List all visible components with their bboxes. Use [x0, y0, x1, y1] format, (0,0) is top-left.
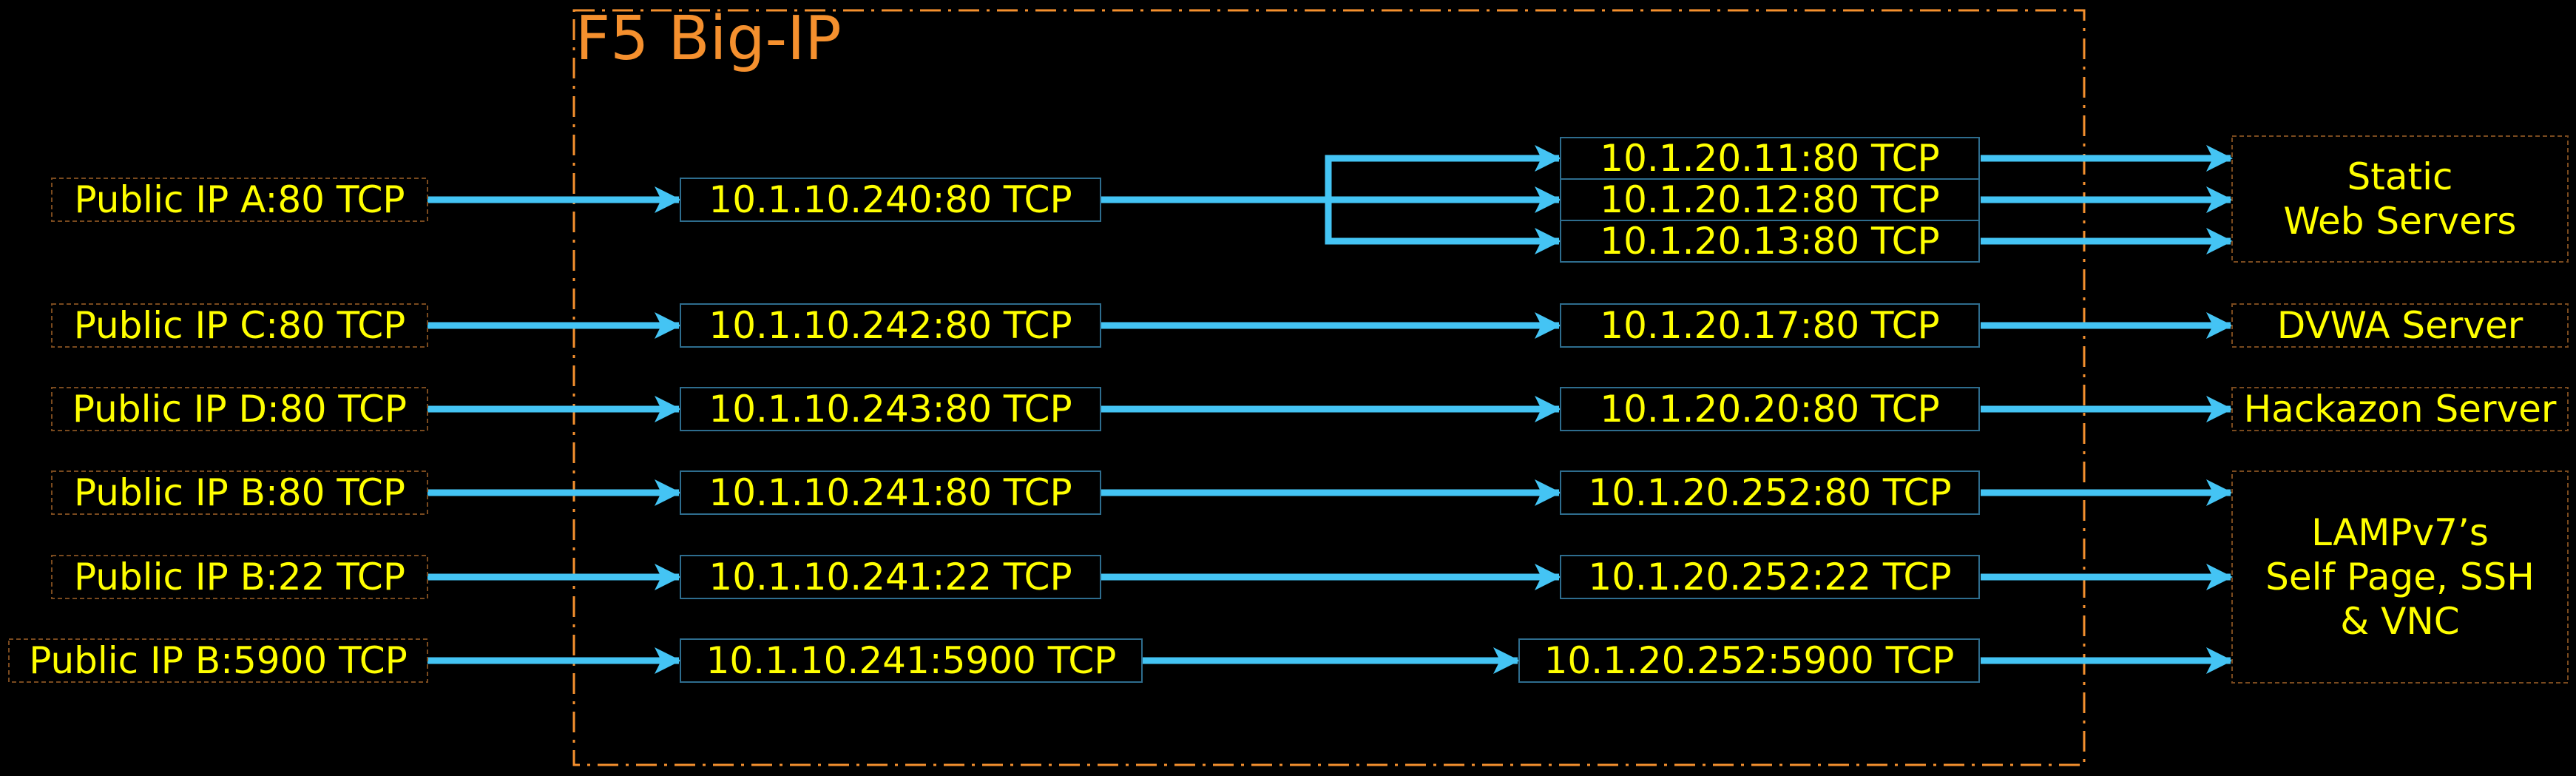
flow-boxes: Public IP A:80 TCP 10.1.10.240:80 TCP 10.1…	[8, 137, 1980, 683]
destination-2-label-0: Hackazon Server	[2244, 388, 2557, 431]
virtual-server-3-label: 10.1.10.241:80 TCP	[709, 471, 1072, 514]
pool-member-0-2-label: 10.1.20.13:80 TCP	[1600, 220, 1939, 263]
public-ip-0-label: Public IP A:80 TCP	[74, 178, 405, 221]
destination-3-label-1: Self Page, SSH	[2265, 556, 2535, 598]
pool-member-3-0-label: 10.1.20.252:80 TCP	[1588, 471, 1951, 514]
destination-3-label-2: & VNC	[2340, 600, 2459, 643]
network-flow-diagram: F5 Big-IP Public IP A:80 TCP 10.1.10.240:…	[8, 4, 2569, 766]
destination-3-label-0: LAMPv7’s	[2311, 511, 2489, 554]
virtual-server-1-label: 10.1.10.242:80 TCP	[709, 304, 1072, 347]
destination-0-label-1: Web Servers	[2284, 200, 2517, 243]
destination-1-label-0: DVWA Server	[2277, 304, 2523, 347]
public-ip-5-label: Public IP B:5900 TCP	[29, 639, 408, 682]
arrow-vip-to-pool-0-2	[1101, 196, 1561, 254]
virtual-server-5-label: 10.1.10.241:5900 TCP	[706, 639, 1117, 682]
virtual-server-0-label: 10.1.10.240:80 TCP	[709, 178, 1072, 221]
arrow-vip-to-pool-0-0	[1101, 145, 1561, 203]
destination-boxes: StaticWeb Servers DVWA Server Hackazon Ser…	[2231, 135, 2569, 684]
public-ip-2-label: Public IP D:80 TCP	[72, 388, 407, 431]
pool-member-0-1-label: 10.1.20.12:80 TCP	[1600, 178, 1939, 221]
pool-member-2-0-label: 10.1.20.20:80 TCP	[1600, 388, 1939, 431]
pool-member-4-0-label: 10.1.20.252:22 TCP	[1588, 556, 1951, 598]
public-ip-3-label: Public IP B:80 TCP	[74, 471, 405, 514]
pool-member-0-0-label: 10.1.20.11:80 TCP	[1600, 137, 1939, 180]
virtual-server-4-label: 10.1.10.241:22 TCP	[709, 556, 1072, 598]
f5-bigip-title: F5 Big-IP	[575, 4, 842, 74]
flow-arrows	[427, 145, 2233, 674]
destination-0-label-0: Static	[2347, 155, 2453, 198]
public-ip-1-label: Public IP C:80 TCP	[74, 304, 406, 347]
public-ip-4-label: Public IP B:22 TCP	[74, 556, 405, 598]
pool-member-1-0-label: 10.1.20.17:80 TCP	[1600, 304, 1939, 347]
pool-member-5-0-label: 10.1.20.252:5900 TCP	[1544, 639, 1955, 682]
virtual-server-2-label: 10.1.10.243:80 TCP	[709, 388, 1072, 431]
